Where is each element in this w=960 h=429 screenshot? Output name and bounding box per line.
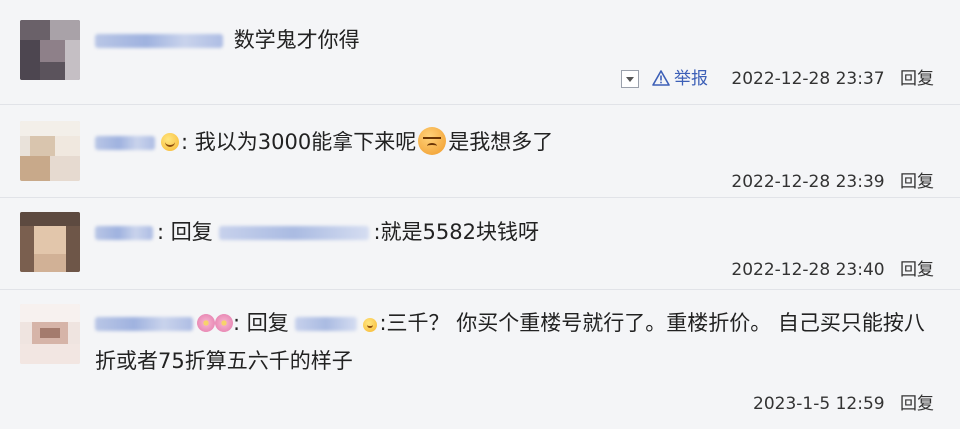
username[interactable] xyxy=(95,317,193,331)
comment-item: : 回复 :就是5582块钱呀 2022-12-28 23:40 回复 xyxy=(0,198,960,290)
username[interactable] xyxy=(95,136,155,150)
reply-prefix: 回复 xyxy=(170,220,213,244)
flower-emoji xyxy=(215,314,233,332)
unamused-emoji xyxy=(418,127,447,155)
reply-button[interactable]: 回复 xyxy=(900,172,934,192)
comment-item: 数学鬼才你得 举报 2022-12-28 23:37 回复 xyxy=(0,0,960,105)
comment-text: 数学鬼才你得 xyxy=(95,22,930,58)
comment-text: : 回复 :就是5582块钱呀 xyxy=(95,214,930,250)
comment-body: : 我以为3000能拿下来呢 xyxy=(181,130,417,154)
report-label: 举报 xyxy=(673,69,708,89)
comment-meta: 举报 2022-12-28 23:37 回复 xyxy=(620,68,934,90)
avatar[interactable] xyxy=(20,121,80,181)
comment-item: : 回复 :三千？ 你买个重楼号就行了。重楼折价。 自己买只能按八折或者75折算… xyxy=(0,290,960,429)
mentioned-username[interactable] xyxy=(295,317,358,331)
timestamp: 2022-12-28 23:40 xyxy=(731,260,885,280)
reply-button[interactable]: 回复 xyxy=(900,69,934,89)
timestamp: 2022-12-28 23:39 xyxy=(731,172,885,192)
flower-emoji xyxy=(197,314,215,332)
avatar[interactable] xyxy=(20,304,80,364)
separator: : xyxy=(157,220,171,244)
smile-emoji xyxy=(161,133,179,151)
comment-thread: 数学鬼才你得 举报 2022-12-28 23:37 回复 : 我以为3000能… xyxy=(0,0,960,429)
chevron-down-icon[interactable] xyxy=(620,70,639,88)
comment-text: : 我以为3000能拿下来呢 是我想多了 xyxy=(95,124,930,160)
comment-text: : 回复 :三千？ 你买个重楼号就行了。重楼折价。 自己买只能按八折或者75折算… xyxy=(95,304,930,380)
comment-body: 数学鬼才你得 xyxy=(233,28,360,52)
comment-item: : 我以为3000能拿下来呢 是我想多了 2022-12-28 23:39 回复 xyxy=(0,105,960,198)
comment-body: :就是5582块钱呀 xyxy=(373,220,539,244)
timestamp: 2023-1-5 12:59 xyxy=(753,394,885,414)
reply-button[interactable]: 回复 xyxy=(900,260,934,280)
mentioned-username[interactable] xyxy=(219,226,370,240)
reply-prefix: 回复 xyxy=(246,311,289,335)
comment-body-end: 是我想多了 xyxy=(448,130,554,154)
reply-button[interactable]: 回复 xyxy=(900,394,934,414)
comment-meta: 2023-1-5 12:59 回复 xyxy=(753,393,934,415)
avatar[interactable] xyxy=(20,20,80,80)
comment-meta: 2022-12-28 23:40 回复 xyxy=(731,259,934,281)
warning-icon xyxy=(652,70,670,86)
avatar[interactable] xyxy=(20,212,80,272)
comment-meta: 2022-12-28 23:39 回复 xyxy=(731,171,934,193)
timestamp: 2022-12-28 23:37 xyxy=(731,69,885,89)
separator: : xyxy=(233,311,247,335)
report-button[interactable]: 举报 xyxy=(652,69,713,89)
smile-emoji xyxy=(363,318,378,332)
username[interactable] xyxy=(95,226,153,240)
username[interactable] xyxy=(95,34,223,48)
